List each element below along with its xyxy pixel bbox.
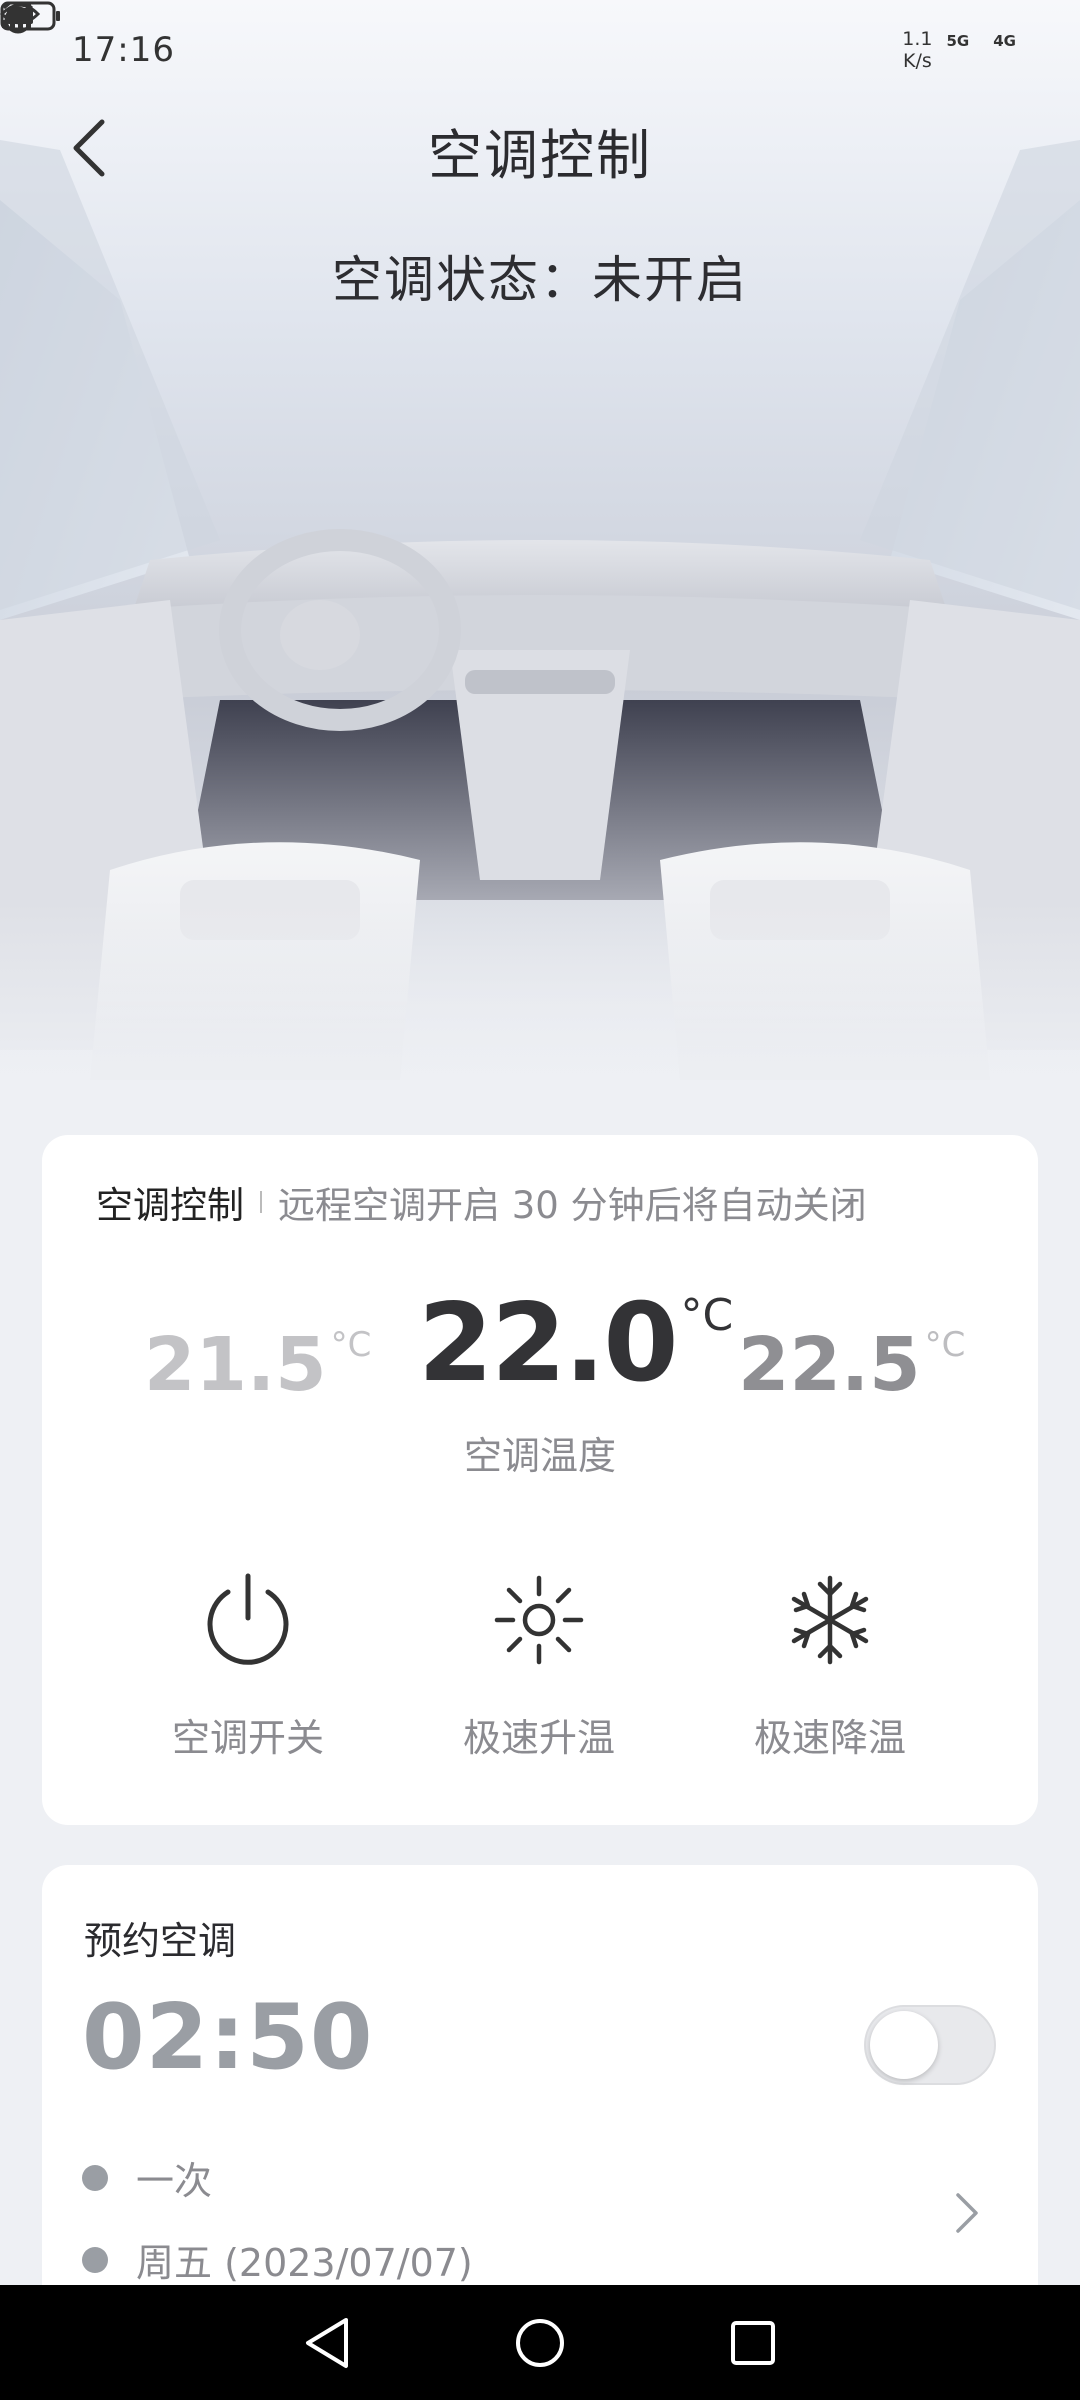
schedule-title: 预约空调 bbox=[84, 1919, 237, 1963]
snowflake-icon bbox=[775, 1565, 885, 1675]
temp-lower-value: 21.5 bbox=[144, 1322, 327, 1408]
status-icons: 1.1 K/s 5G 4G bbox=[0, 1, 1040, 72]
temp-current-value: 22.0 bbox=[418, 1281, 678, 1406]
ac-control-card: 空调控制 远程空调开启 30 分钟后将自动关闭 21.5 °C 22.0 °C … bbox=[42, 1135, 1038, 1825]
network-speed-value: 1.1 bbox=[902, 28, 933, 50]
system-nav-bar bbox=[0, 2285, 1080, 2400]
temperature-picker[interactable]: 21.5 °C 22.0 °C 22.5 °C bbox=[42, 1290, 1038, 1440]
sim2-network-label: 4G bbox=[993, 32, 1016, 50]
schedule-repeat-item: 一次 bbox=[82, 2150, 212, 2205]
header-divider bbox=[260, 1191, 262, 1213]
status-bar: 17:16 1.1 K/s 5G 4G bbox=[0, 0, 1080, 100]
temp-higher-value: 22.5 bbox=[738, 1322, 921, 1408]
bullet-dot bbox=[82, 2246, 108, 2273]
ac-power-button[interactable]: 空调开关 bbox=[128, 1565, 368, 1762]
schedule-toggle[interactable] bbox=[864, 2005, 996, 2085]
sim1-network-label: 5G bbox=[946, 32, 970, 50]
quick-heat-label: 极速升温 bbox=[462, 1716, 615, 1760]
network-speed-unit: K/s bbox=[903, 50, 932, 72]
schedule-date-label: 周五 (2023/07/07) bbox=[136, 2241, 473, 2285]
temp-unit: °C bbox=[330, 1325, 372, 1365]
quick-cool-button[interactable]: 极速降温 bbox=[710, 1565, 950, 1762]
control-card-header: 空调控制 远程空调开启 30 分钟后将自动关闭 bbox=[96, 1175, 867, 1229]
app-root: 17:16 1.1 K/s 5G 4G 空调控制 空调状态：未开启 空调控制 远… bbox=[0, 0, 1080, 2400]
power-icon bbox=[193, 1565, 303, 1675]
quick-heat-button[interactable]: 极速升温 bbox=[419, 1565, 659, 1762]
bullet-dot bbox=[82, 2164, 108, 2191]
schedule-repeat-label: 一次 bbox=[136, 2159, 213, 2203]
nav-back-icon bbox=[305, 2317, 348, 2368]
nav-recents-icon bbox=[731, 2320, 776, 2365]
temp-unit: °C bbox=[924, 1325, 966, 1365]
back-button[interactable] bbox=[70, 118, 130, 182]
car-interior-hero: 17:16 1.1 K/s 5G 4G 空调控制 空调状态：未开启 bbox=[0, 0, 1080, 1110]
nav-back-button[interactable] bbox=[287, 2303, 367, 2383]
temp-option-current[interactable]: 22.0 °C bbox=[418, 1290, 733, 1440]
chevron-right-icon[interactable] bbox=[947, 2183, 987, 2243]
temp-caption: 空调温度 bbox=[463, 1434, 616, 1478]
schedule-date-item: 周五 (2023/07/07) bbox=[82, 2232, 473, 2287]
chevron-left-icon bbox=[73, 119, 105, 177]
nav-home-button[interactable] bbox=[500, 2303, 580, 2383]
temp-option-higher[interactable]: 22.5 °C bbox=[738, 1328, 965, 1440]
ac-power-label: 空调开关 bbox=[171, 1716, 324, 1760]
quick-actions: 空调开关 极速升温 极速降温 bbox=[42, 1565, 1038, 1765]
temp-option-lower[interactable]: 21.5 °C bbox=[144, 1328, 371, 1440]
control-card-hint: 远程空调开启 30 分钟后将自动关闭 bbox=[278, 1184, 867, 1227]
temp-unit: °C bbox=[680, 1290, 734, 1341]
page-title: 空调控制 bbox=[428, 123, 652, 187]
network-speed: 1.1 K/s bbox=[902, 28, 932, 72]
toggle-knob bbox=[870, 2011, 938, 2079]
app-header: 空调控制 bbox=[0, 100, 1080, 200]
control-card-label: 空调控制 bbox=[96, 1184, 244, 1227]
schedule-time: 02:50 bbox=[82, 1985, 374, 2090]
quick-cool-label: 极速降温 bbox=[753, 1716, 906, 1760]
status-time: 17:16 bbox=[72, 30, 175, 70]
nav-home-icon bbox=[515, 2318, 564, 2367]
ac-status-text: 空调状态：未开启 bbox=[332, 251, 748, 309]
nav-recents-button[interactable] bbox=[713, 2303, 793, 2383]
sun-icon bbox=[484, 1565, 594, 1675]
